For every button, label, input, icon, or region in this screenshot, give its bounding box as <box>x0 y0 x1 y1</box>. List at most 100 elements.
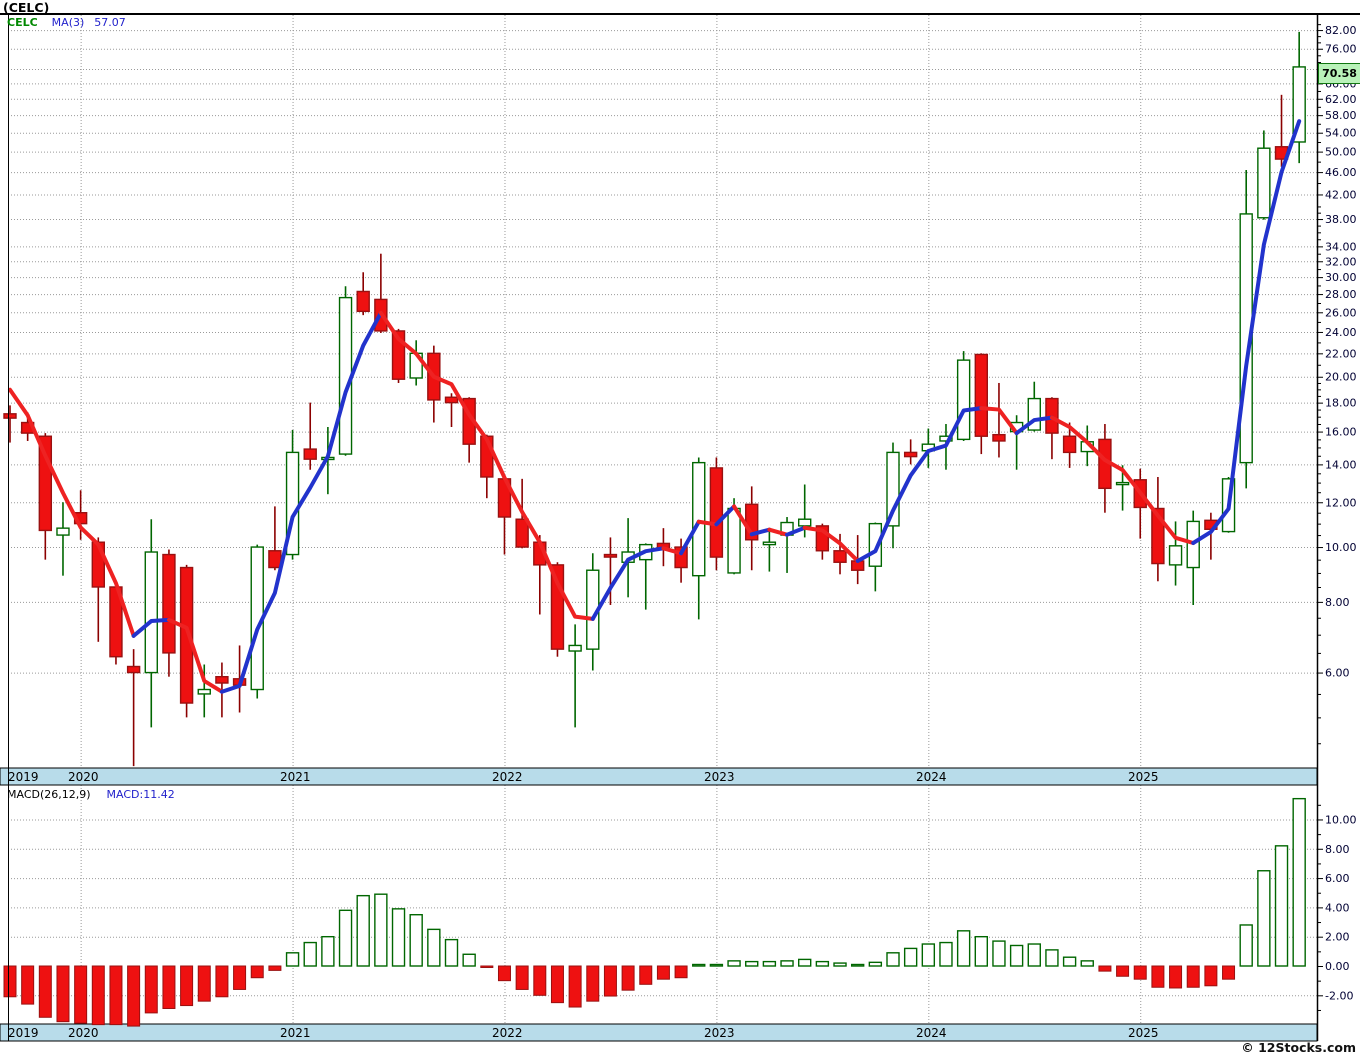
macd-bar <box>603 965 617 997</box>
macd-bar <box>1186 965 1200 988</box>
axis-tick-label: 30.00 <box>1325 271 1357 284</box>
macd-histogram <box>3 797 1306 1027</box>
candle-up <box>197 688 211 695</box>
candle-up <box>798 518 812 527</box>
axis-tick-label: 46.00 <box>1325 166 1357 179</box>
macd-bar <box>250 965 264 979</box>
macd-bar <box>1098 965 1112 972</box>
candle-down <box>303 448 317 460</box>
macd-bar <box>1151 965 1165 988</box>
year-label: 2024 <box>916 770 947 784</box>
macd-bar <box>1239 924 1253 967</box>
macd-bar <box>1274 845 1289 967</box>
candle-down <box>215 675 229 684</box>
year-label: 2021 <box>280 1026 311 1040</box>
macd-bar <box>762 960 777 967</box>
candle-down <box>444 396 459 404</box>
axis-tick-label: 34.00 <box>1325 240 1357 253</box>
macd-bar <box>1133 965 1147 980</box>
macd-bar <box>1169 965 1183 989</box>
year-label: 2025 <box>1128 1026 1159 1040</box>
candle-up <box>1168 545 1183 566</box>
macd-bar <box>38 965 52 1018</box>
candle-down <box>903 451 918 458</box>
axis-tick-label: 24.00 <box>1325 326 1357 339</box>
macd-bar <box>886 952 900 967</box>
macd-bar <box>215 965 229 998</box>
macd-bar <box>180 965 194 1007</box>
candle-up <box>1257 147 1271 219</box>
macd-bar <box>3 965 17 998</box>
candle-up <box>956 359 971 441</box>
macd-bar <box>427 928 441 967</box>
axis-tick-label: 76.00 <box>1325 43 1357 56</box>
macd-bar <box>850 963 865 967</box>
macd-bar <box>21 965 35 1005</box>
macd-bar <box>833 962 847 967</box>
macd-bar <box>480 965 494 968</box>
chart-page: (CELC) 2019 2020 2021 2022 2023 2024 2025 2019 2… <box>0 0 1360 1056</box>
macd-value: MACD:11.42 <box>106 788 175 801</box>
macd-bar <box>356 894 370 967</box>
macd-bar <box>815 960 830 967</box>
candle-down <box>356 290 370 313</box>
macd-bar <box>692 963 706 967</box>
macd-bar <box>497 965 511 982</box>
macd-bar <box>303 941 317 967</box>
macd-bar <box>197 965 211 1002</box>
macd-bar <box>374 893 388 967</box>
macd-bar <box>868 961 883 967</box>
year-label: 2019 <box>8 770 39 784</box>
macd-label: MACD(26,12,9) <box>7 788 91 801</box>
macd-bar <box>656 965 670 980</box>
year-label: 2023 <box>704 1026 735 1040</box>
macd-bar <box>586 965 600 1002</box>
ma-label: MA(3) <box>51 16 85 29</box>
macd-bar <box>674 965 688 979</box>
candle-up <box>692 461 706 577</box>
macd-bar <box>1027 943 1041 967</box>
axis-tick-label: 50.00 <box>1325 146 1357 159</box>
macd-bar <box>91 965 105 1026</box>
macd-bar <box>745 960 759 967</box>
candle-down <box>603 553 618 558</box>
macd-bar <box>1204 965 1218 987</box>
macd-bar <box>144 965 158 1014</box>
axis-tick-label: 38.00 <box>1325 213 1357 226</box>
macd-bar <box>444 938 459 967</box>
candle-up <box>762 541 777 546</box>
ma-segment-falling <box>696 519 719 527</box>
ma-value: 57.07 <box>94 16 126 29</box>
macd-bar <box>992 940 1006 967</box>
macd-bar <box>462 953 476 967</box>
ma-segment-falling <box>166 617 224 694</box>
macd-bar <box>533 965 547 996</box>
axis-tick-label: 58.00 <box>1325 109 1357 122</box>
year-label: 2021 <box>280 770 311 784</box>
candle-down <box>1062 435 1077 454</box>
macd-bar <box>1257 870 1271 967</box>
macd-bar <box>285 952 300 967</box>
year-label: 2022 <box>492 1026 523 1040</box>
macd-bar <box>233 965 247 990</box>
year-band-bottom <box>0 1023 1318 1042</box>
macd-bar <box>1116 965 1130 977</box>
candle-up <box>56 527 70 536</box>
macd-bar <box>109 965 123 1026</box>
axis-tick-label: 4.00 <box>1325 901 1350 914</box>
year-label: 2023 <box>704 770 735 784</box>
symbol-label: CELC <box>7 16 38 29</box>
axis-tick-label: 8.00 <box>1325 843 1350 856</box>
ma-segment-falling <box>802 525 860 563</box>
macd-bar <box>1292 797 1306 967</box>
axis-tick-label: 6.00 <box>1325 667 1350 680</box>
macd-bar <box>162 965 176 1009</box>
macd-bar <box>956 930 971 967</box>
macd-bar <box>903 947 918 967</box>
axis-tick-label: 28.00 <box>1325 288 1357 301</box>
candle-down <box>162 553 176 654</box>
candle-down <box>992 433 1006 442</box>
year-label: 2020 <box>68 1026 99 1040</box>
axis-tick-label: 8.00 <box>1325 596 1350 609</box>
axis-tick-label: 6.00 <box>1325 872 1350 885</box>
